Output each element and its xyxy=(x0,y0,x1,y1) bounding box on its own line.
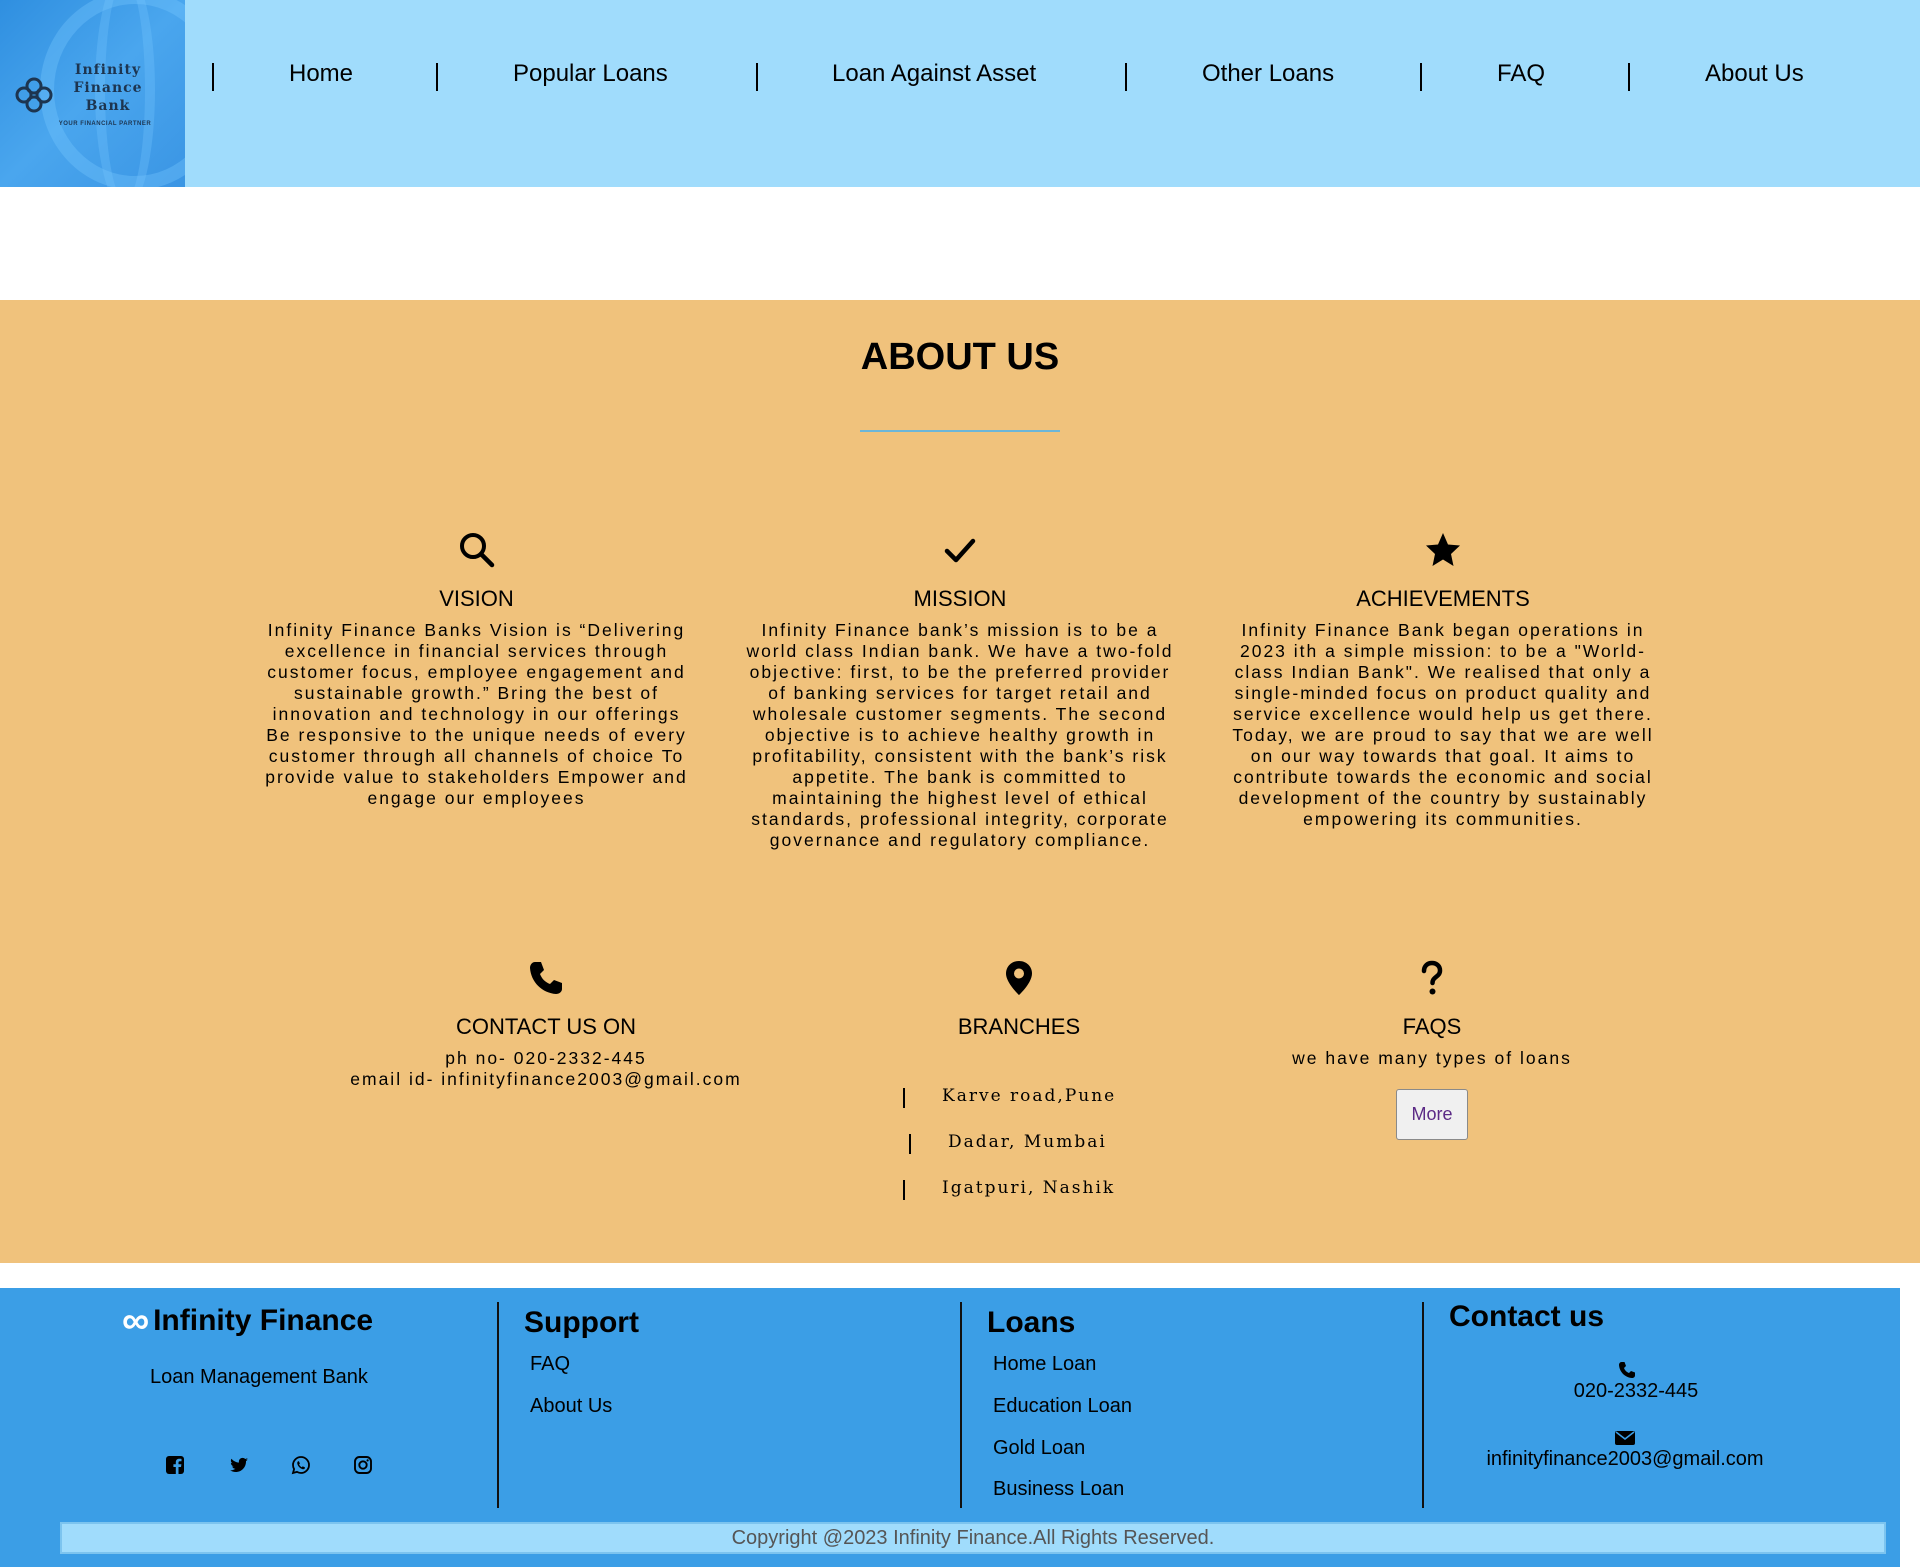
footer-brand-name: Infinity Finance xyxy=(153,1304,374,1337)
footer-contact-email[interactable]: infinityfinance2003@gmail.com xyxy=(1425,1448,1825,1471)
phone-icon xyxy=(530,962,562,994)
branch-marker xyxy=(909,1134,911,1154)
footer-link-home-loan[interactable]: Home Loan xyxy=(993,1353,1096,1376)
branch-item: Dadar, Mumbai xyxy=(948,1132,1107,1152)
title-underline xyxy=(860,430,1060,432)
nav-other-loans[interactable]: Other Loans xyxy=(1202,60,1334,88)
footer-subtitle: Loan Management Bank xyxy=(150,1366,368,1388)
question-icon xyxy=(1421,960,1443,995)
card-title: CONTACT US ON xyxy=(455,1014,637,1039)
footer-support-title: Support xyxy=(524,1306,639,1339)
nav-divider xyxy=(1628,63,1630,91)
footer-contact-phone: 020-2332-445 xyxy=(1573,1380,1699,1402)
footer-loans-title: Loans xyxy=(987,1306,1076,1339)
whatsapp-icon[interactable] xyxy=(290,1454,312,1476)
copyright-bar: Copyright @2023 Infinity Finance.All Rig… xyxy=(60,1522,1886,1554)
faqs-text: we have many types of loans xyxy=(1292,1048,1572,1068)
achievements-card: ACHIEVEMENTS Infinity Finance Bank began… xyxy=(1226,530,1660,830)
infinity-icon: ∞ xyxy=(122,1300,150,1342)
star-icon xyxy=(1426,533,1460,566)
branches-card: BRANCHES xyxy=(869,958,1169,1040)
footer-column-divider xyxy=(960,1302,962,1508)
branch-marker xyxy=(903,1180,905,1200)
logo-text: Infinity Finance Bank xyxy=(48,61,168,115)
logo-text-line: Bank xyxy=(85,98,131,114)
location-pin-icon xyxy=(1006,961,1032,995)
branch-item: Igatpuri, Nashik xyxy=(942,1178,1116,1198)
footer-column-divider xyxy=(497,1302,499,1508)
search-icon xyxy=(459,533,494,568)
nav-divider xyxy=(1420,63,1422,91)
card-title: FAQS xyxy=(1402,1014,1462,1039)
nav-divider xyxy=(1125,63,1127,91)
card-title: BRANCHES xyxy=(957,1014,1081,1039)
footer-link-business-loan[interactable]: Business Loan xyxy=(993,1478,1124,1501)
site-footer: ∞ Infinity Finance Loan Management Bank S… xyxy=(0,1288,1900,1567)
check-icon xyxy=(944,538,976,563)
footer-column-divider xyxy=(1422,1302,1424,1508)
nav-loan-against-asset[interactable]: Loan Against Asset xyxy=(832,60,1036,88)
footer-link-education-loan[interactable]: Education Loan xyxy=(993,1395,1132,1418)
footer-link-gold-loan[interactable]: Gold Loan xyxy=(993,1437,1085,1460)
contact-phone: ph no- 020-2332-445 xyxy=(445,1048,647,1068)
branch-item: Karve road,Pune xyxy=(942,1086,1117,1106)
card-title: VISION xyxy=(439,586,514,611)
contact-email: email id- infinityfinance2003@gmail.com xyxy=(350,1069,742,1089)
contact-card: CONTACT US ON ph no- 020-2332-445 email … xyxy=(326,958,766,1090)
logo-text-line: Finance xyxy=(73,80,143,96)
instagram-icon[interactable] xyxy=(352,1454,374,1476)
footer-contact-title: Contact us xyxy=(1449,1300,1605,1333)
envelope-icon xyxy=(1615,1431,1635,1445)
nav-divider xyxy=(212,63,214,91)
about-section: ABOUT US VISION Infinity Finance Banks V… xyxy=(0,300,1920,1263)
site-header: Infinity Finance Bank YOUR FINANCIAL PAR… xyxy=(0,0,1920,187)
footer-link-about-us[interactable]: About Us xyxy=(530,1395,612,1418)
card-title: ACHIEVEMENTS xyxy=(1356,586,1530,611)
logo-text-line: Infinity xyxy=(74,62,142,78)
vision-card: VISION Infinity Finance Banks Vision is … xyxy=(260,530,693,809)
branch-marker xyxy=(903,1088,905,1108)
more-button[interactable]: More xyxy=(1396,1089,1468,1140)
nav-divider xyxy=(756,63,758,91)
bank-logo[interactable]: Infinity Finance Bank YOUR FINANCIAL PAR… xyxy=(0,0,185,187)
section-title: ABOUT US xyxy=(860,336,1060,378)
faqs-card: FAQS we have many types of loans xyxy=(1232,958,1632,1069)
footer-brand[interactable]: ∞ Infinity Finance xyxy=(122,1300,373,1343)
twitter-icon[interactable] xyxy=(228,1454,250,1476)
card-text: Infinity Finance bank’s mission is to be… xyxy=(746,620,1174,850)
phone-icon xyxy=(1619,1362,1635,1378)
nav-popular-loans[interactable]: Popular Loans xyxy=(513,60,668,88)
nav-home[interactable]: Home xyxy=(289,60,353,88)
nav-faq[interactable]: FAQ xyxy=(1497,60,1545,88)
mission-card: MISSION Infinity Finance bank’s mission … xyxy=(742,530,1178,851)
facebook-icon[interactable] xyxy=(164,1454,186,1476)
nav-divider xyxy=(436,63,438,91)
card-text: Infinity Finance Banks Vision is “Delive… xyxy=(265,620,688,808)
nav-about-us[interactable]: About Us xyxy=(1705,60,1804,88)
logo-tagline: YOUR FINANCIAL PARTNER xyxy=(58,121,152,127)
card-title: MISSION xyxy=(913,586,1007,611)
card-text: Infinity Finance Bank began operations i… xyxy=(1232,620,1654,829)
footer-link-faq[interactable]: FAQ xyxy=(530,1353,570,1376)
